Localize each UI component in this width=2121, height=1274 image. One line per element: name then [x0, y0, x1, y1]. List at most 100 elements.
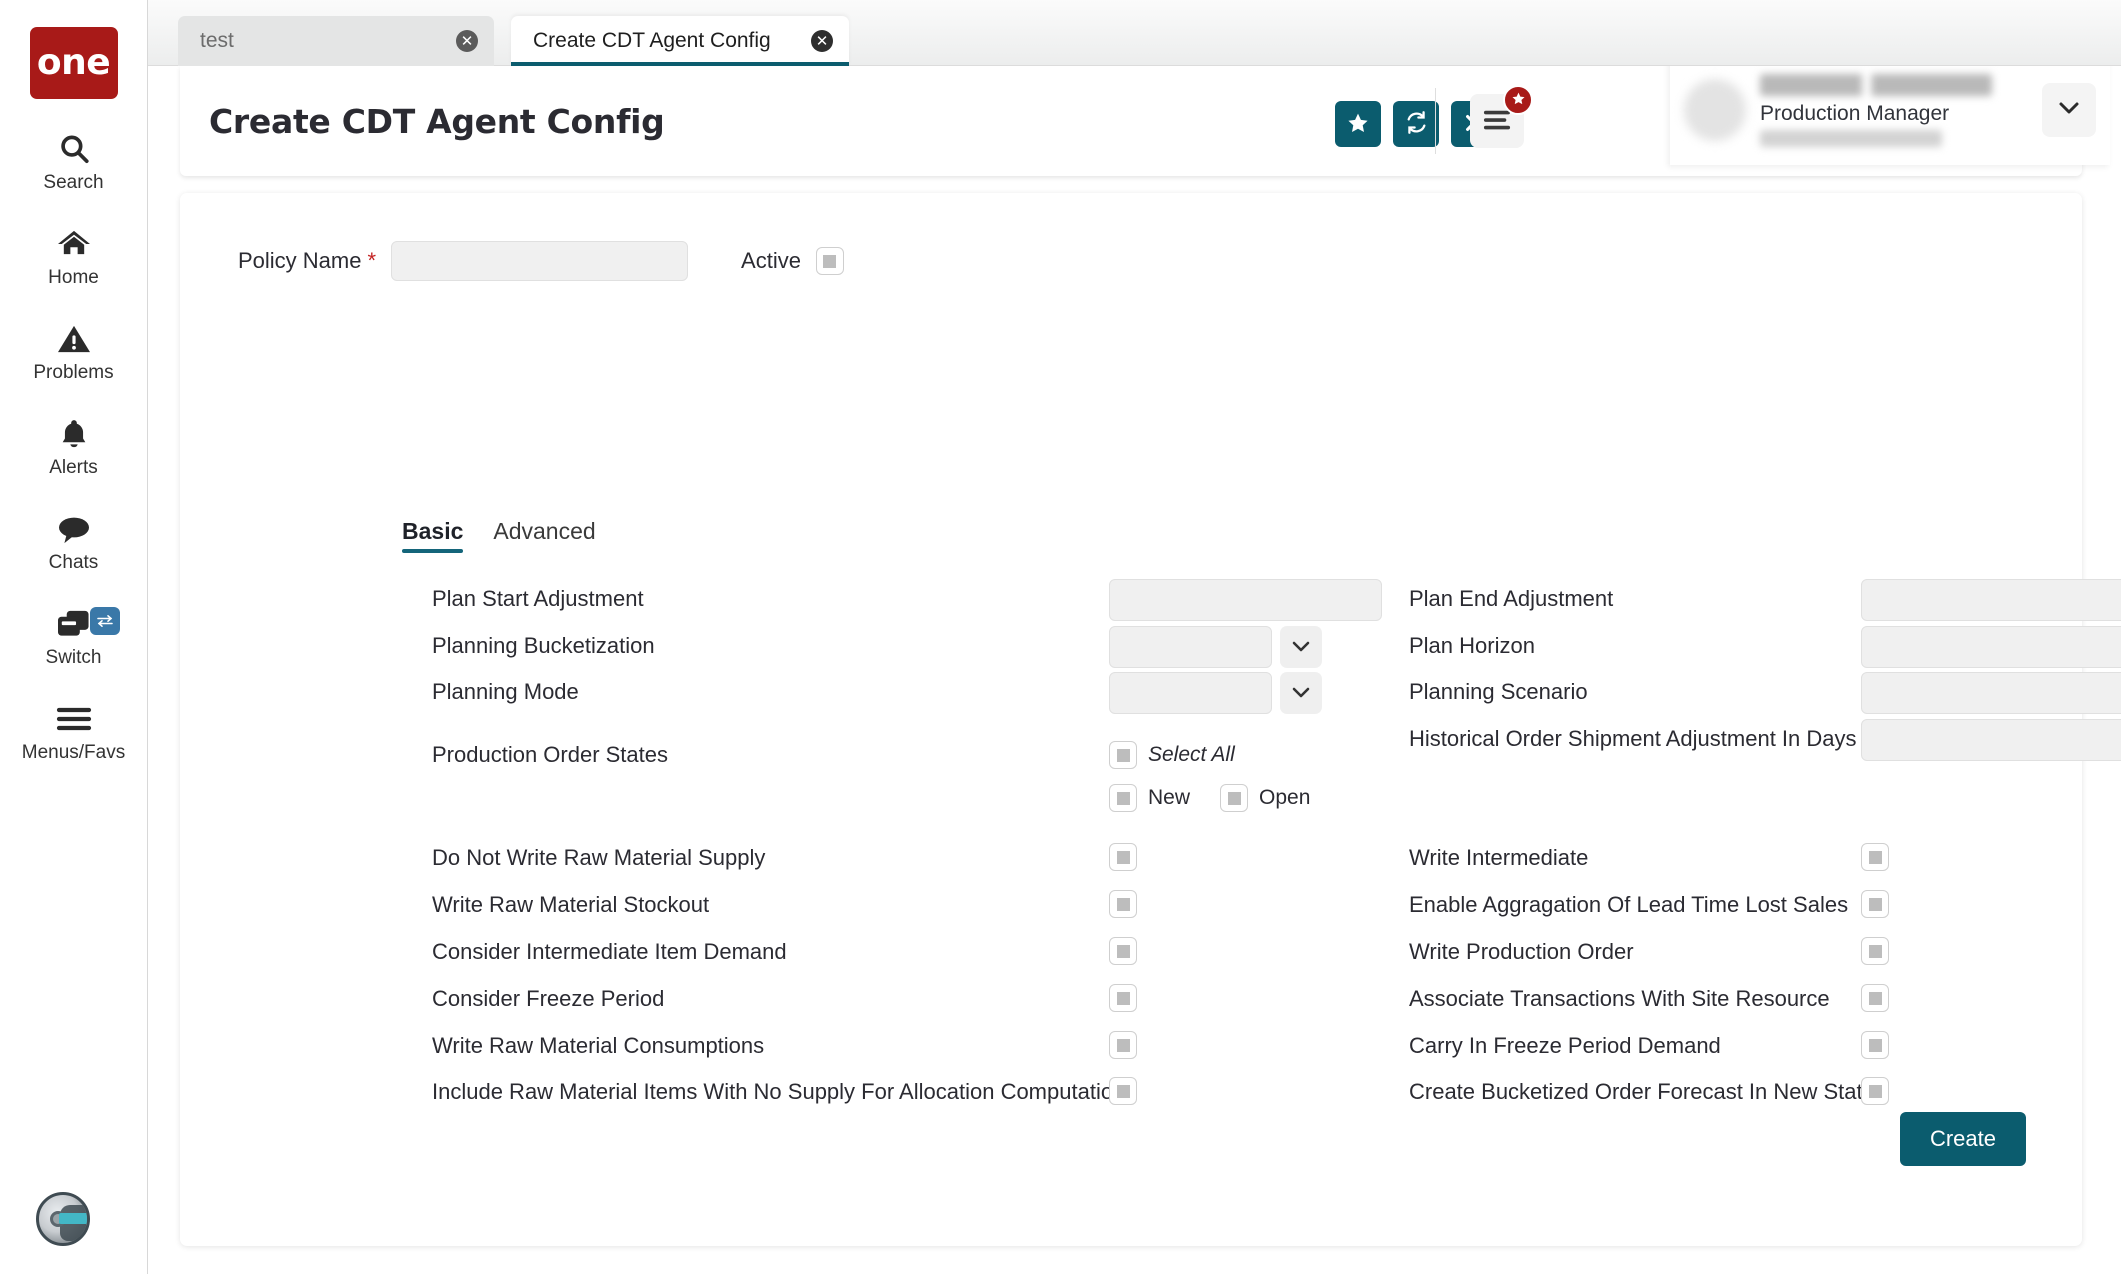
header-divider	[1435, 88, 1436, 154]
sidebar-item-label: Home	[48, 267, 99, 289]
tab-advanced[interactable]: Advanced	[493, 518, 595, 553]
app-tab-label: Create CDT Agent Config	[533, 29, 803, 53]
warning-triangle-icon	[56, 318, 92, 360]
page-title: Create CDT Agent Config	[209, 102, 664, 141]
checkbox-label-do-not-write-raw-material-supply: Do Not Write Raw Material Supply	[432, 845, 765, 871]
production-order-state-open-checkbox[interactable]	[1220, 784, 1248, 812]
form-card: Policy Name * Active Basic Advanced Plan…	[180, 193, 2082, 1246]
checkbox-label-consider-intermediate-item-demand: Consider Intermediate Item Demand	[432, 939, 787, 965]
production-order-states-select-all-checkbox[interactable]	[1109, 741, 1137, 769]
user-profile-panel[interactable]: Production Manager	[1670, 55, 2110, 165]
include-raw-material-items-no-supply-checkbox[interactable]	[1109, 1077, 1137, 1105]
checkbox-row-create-bucketized-order-forecast-new-state	[1861, 1077, 1889, 1105]
sidebar-item-menus-favs[interactable]: Menus/Favs	[0, 698, 148, 764]
create-button[interactable]: Create	[1900, 1112, 2026, 1166]
app-tab-test[interactable]: test ✕	[178, 16, 494, 66]
carry-in-freeze-period-demand-checkbox[interactable]	[1861, 1031, 1889, 1059]
star-icon	[1511, 91, 1526, 110]
field-control-historical-order-shipment-adjustment	[1861, 719, 2121, 761]
planning-bucketization-dropdown-button[interactable]	[1280, 626, 1322, 668]
state-new-label: New	[1148, 786, 1190, 810]
required-marker: *	[367, 248, 376, 274]
robot-visor-shape	[59, 1213, 89, 1224]
sidebar-item-problems[interactable]: Problems	[0, 318, 148, 384]
checkbox-row-associate-transactions-site-resource	[1861, 984, 1889, 1012]
user-meta: Production Manager	[1760, 74, 2042, 147]
historical-order-shipment-adjustment-input[interactable]	[1861, 719, 2121, 761]
user-menu-toggle[interactable]	[2042, 83, 2096, 137]
field-label-planning-mode: Planning Mode	[432, 679, 579, 705]
checkbox-label-include-raw-material-items-no-supply: Include Raw Material Items With No Suppl…	[432, 1079, 1125, 1105]
consider-freeze-period-checkbox[interactable]	[1109, 984, 1137, 1012]
policy-name-label: Policy Name	[238, 248, 361, 274]
sidebar-item-label: Menus/Favs	[22, 742, 125, 764]
favorites-badge	[1503, 85, 1533, 115]
consider-intermediate-item-demand-checkbox[interactable]	[1109, 937, 1137, 965]
state-open-label: Open	[1259, 786, 1310, 810]
plan-horizon-input[interactable]	[1861, 626, 2121, 668]
field-control-plan-start-adjustment	[1109, 579, 1382, 621]
plan-end-adjustment-input[interactable]	[1861, 579, 2121, 621]
active-checkbox[interactable]	[816, 247, 844, 275]
create-bucketized-order-forecast-new-state-checkbox[interactable]	[1861, 1077, 1889, 1105]
planning-bucketization-input[interactable]	[1109, 626, 1272, 668]
switch-toggle-badge[interactable]	[90, 607, 120, 635]
user-organization-redacted	[1760, 130, 1942, 147]
checkbox-row-include-raw-material-items-no-supply	[1109, 1077, 1137, 1105]
associate-transactions-site-resource-checkbox[interactable]	[1861, 984, 1889, 1012]
sidebar-item-switch[interactable]: Switch	[0, 603, 148, 669]
policy-name-input[interactable]	[391, 241, 688, 281]
home-icon	[56, 223, 92, 265]
form-tab-bar: Basic Advanced	[402, 518, 596, 553]
do-not-write-raw-material-supply-checkbox[interactable]	[1109, 843, 1137, 871]
tab-basic[interactable]: Basic	[402, 518, 463, 553]
write-raw-material-stockout-checkbox[interactable]	[1109, 890, 1137, 918]
checkbox-label-write-raw-material-consumptions: Write Raw Material Consumptions	[432, 1033, 764, 1059]
chat-bubble-icon	[56, 508, 92, 550]
planning-mode-input[interactable]	[1109, 672, 1272, 714]
field-label-planning-scenario: Planning Scenario	[1409, 679, 1588, 705]
user-name-redacted	[1760, 74, 1992, 96]
brand-logo[interactable]: one	[30, 27, 118, 99]
checkbox-row-carry-in-freeze-period-demand	[1861, 1031, 1889, 1059]
close-icon[interactable]: ✕	[456, 30, 478, 52]
refresh-button[interactable]	[1393, 101, 1439, 147]
checkbox-label-enable-aggragation-lead-time-lost-sales: Enable Aggragation Of Lead Time Lost Sal…	[1409, 892, 1848, 918]
close-icon[interactable]: ✕	[811, 30, 833, 52]
chevron-down-icon	[2057, 99, 2081, 122]
browser-tab-strip: test ✕ Create CDT Agent Config ✕	[148, 0, 2121, 66]
app-tab-label: test	[200, 29, 448, 53]
sidebar-item-chats[interactable]: Chats	[0, 508, 148, 574]
checkbox-label-create-bucketized-order-forecast-new-state: Create Bucketized Order Forecast In New …	[1409, 1079, 1875, 1105]
sidebar-item-alerts[interactable]: Alerts	[0, 413, 148, 479]
checkbox-label-write-production-order: Write Production Order	[1409, 939, 1634, 965]
write-raw-material-consumptions-checkbox[interactable]	[1109, 1031, 1137, 1059]
search-icon	[57, 128, 91, 170]
write-production-order-checkbox[interactable]	[1861, 937, 1889, 965]
app-tab-create-cdt-agent-config[interactable]: Create CDT Agent Config ✕	[511, 16, 849, 66]
sidebar-item-label: Switch	[46, 647, 102, 669]
checkbox-label-associate-transactions-site-resource: Associate Transactions With Site Resourc…	[1409, 986, 1830, 1012]
sidebar-item-search[interactable]: Search	[0, 128, 148, 194]
sidebar-item-label: Problems	[33, 362, 113, 384]
field-control-plan-horizon	[1861, 626, 2121, 668]
production-order-state-new-checkbox[interactable]	[1109, 784, 1137, 812]
chevron-down-icon	[1291, 685, 1311, 702]
brand-logo-text: one	[37, 45, 110, 81]
active-label: Active	[741, 248, 801, 274]
field-label-plan-horizon: Plan Horizon	[1409, 633, 1535, 659]
left-navigation-rail: one Search Home Problems	[0, 0, 148, 1274]
field-control-planning-scenario	[1861, 672, 2121, 714]
write-intermediate-checkbox[interactable]	[1861, 843, 1889, 871]
sidebar-item-home[interactable]: Home	[0, 223, 148, 289]
field-label-plan-end-adjustment: Plan End Adjustment	[1409, 586, 1613, 612]
planning-mode-dropdown-button[interactable]	[1280, 672, 1322, 714]
planning-scenario-input[interactable]	[1861, 672, 2121, 714]
field-control-plan-end-adjustment	[1861, 579, 2121, 621]
checkbox-label-carry-in-freeze-period-demand: Carry In Freeze Period Demand	[1409, 1033, 1721, 1059]
plan-start-adjustment-input[interactable]	[1109, 579, 1382, 621]
enable-aggragation-lead-time-lost-sales-checkbox[interactable]	[1861, 890, 1889, 918]
checkbox-row-do-not-write-raw-material-supply	[1109, 843, 1137, 871]
favorite-button[interactable]	[1335, 101, 1381, 147]
ai-assistant-avatar[interactable]	[36, 1192, 90, 1246]
